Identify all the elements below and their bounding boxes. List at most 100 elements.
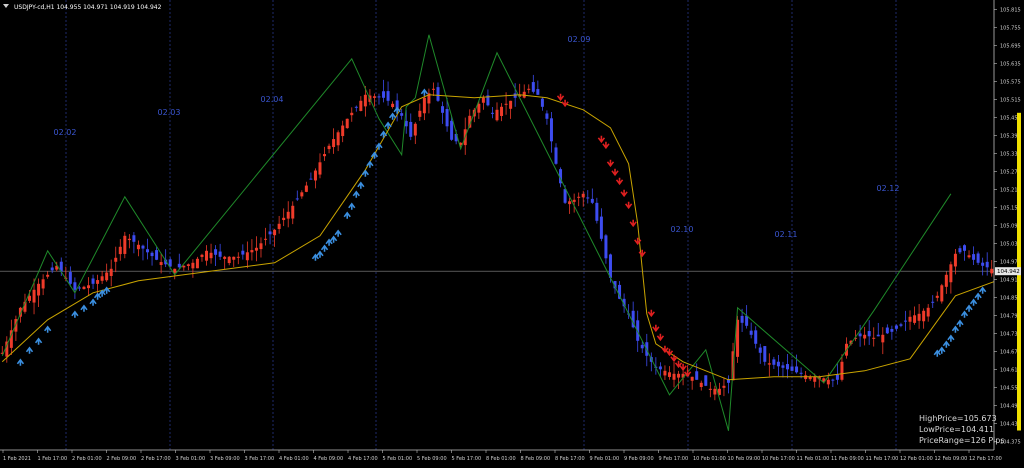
candle-body xyxy=(722,385,726,388)
candle-body xyxy=(813,376,817,382)
candle-body xyxy=(708,388,712,390)
buy-arrow-icon xyxy=(379,130,388,138)
candle-body xyxy=(958,248,962,253)
candle-body xyxy=(509,100,513,109)
candle-body xyxy=(704,375,708,386)
day-label: 02.11 xyxy=(775,230,798,239)
candle-body xyxy=(209,252,213,259)
candle-body xyxy=(300,192,304,197)
candle-body xyxy=(318,162,322,175)
price-range-label: PriceRange=126 Pips xyxy=(919,436,1005,445)
x-tick-label: 4 Feb 09:00 xyxy=(314,456,344,462)
candle-body xyxy=(772,359,776,365)
buy-arrow-icon xyxy=(366,160,374,168)
candle-body xyxy=(264,238,268,240)
candle-body xyxy=(118,246,122,255)
candle-body xyxy=(581,193,585,198)
x-tick-label: 4 Feb 01:00 xyxy=(279,456,309,462)
candle-body xyxy=(336,132,340,146)
candle-body xyxy=(77,287,81,289)
candle-body xyxy=(400,113,404,116)
chart-menu-icon[interactable] xyxy=(3,4,9,8)
candle-body xyxy=(313,170,317,181)
candle-body xyxy=(68,272,72,284)
x-tick-label: 11 Feb 01:00 xyxy=(797,456,830,462)
candle-body xyxy=(182,265,186,268)
day-label: 02.12 xyxy=(877,184,900,193)
signal-arrows xyxy=(16,88,987,378)
candle-body xyxy=(826,379,830,385)
candle-body xyxy=(781,365,785,368)
x-tick-label: 2 Feb 17:00 xyxy=(141,456,171,462)
candle-body xyxy=(640,344,644,349)
x-tick-label: 12 Feb 17:00 xyxy=(969,456,1002,462)
candle-body xyxy=(477,103,481,113)
candle-body xyxy=(549,118,553,142)
x-tick-label: 11 Feb 17:00 xyxy=(866,456,899,462)
candle-body xyxy=(391,103,395,108)
candle-body xyxy=(749,330,753,335)
candle-body xyxy=(37,283,41,296)
buy-arrow-icon xyxy=(969,298,978,306)
candle-body xyxy=(87,285,91,289)
x-tick-label: 12 Feb 09:00 xyxy=(935,456,968,462)
candle-body xyxy=(236,256,240,258)
candle-body xyxy=(28,295,32,301)
moving-average xyxy=(1,94,997,381)
candle-body xyxy=(926,307,930,317)
candle-body xyxy=(695,371,699,380)
candle-body xyxy=(536,89,540,95)
candle-body xyxy=(944,274,948,287)
candle-body xyxy=(531,82,535,92)
candle-body xyxy=(150,252,154,257)
buy-arrow-icon xyxy=(320,244,329,252)
candle-body xyxy=(586,197,590,199)
candle-body xyxy=(913,315,917,323)
candle-body xyxy=(436,87,440,101)
price-chart[interactable]: 02.02 02.03 02.04 02.09 02.10 02.11 02.12 105.… xyxy=(0,0,1024,464)
candle-body xyxy=(418,110,422,117)
candle-body xyxy=(876,334,880,337)
candle-body xyxy=(227,256,231,264)
x-tick-label: 9 Feb 09:00 xyxy=(624,456,654,462)
candle-body xyxy=(50,267,54,271)
sell-arrow-icon xyxy=(602,141,610,150)
candle-body xyxy=(445,108,449,127)
sell-arrow-icon xyxy=(611,168,619,177)
candle-body xyxy=(200,254,204,257)
candle-body xyxy=(540,98,544,107)
candle-body xyxy=(422,97,426,114)
candle-body xyxy=(413,123,417,136)
candle-body xyxy=(291,205,295,219)
candle-body xyxy=(323,154,327,157)
candle-body xyxy=(254,247,258,251)
candle-body xyxy=(132,235,136,242)
candle-body xyxy=(867,331,871,337)
candle-body xyxy=(114,257,118,262)
x-tick-label: 1 Feb 2021 xyxy=(3,456,31,462)
x-tick-label: 8 Feb 09:00 xyxy=(521,456,551,462)
buy-arrow-icon xyxy=(89,298,97,306)
buy-arrow-icon xyxy=(357,181,365,189)
day-label: 02.04 xyxy=(261,95,284,104)
x-tick-label: 3 Feb 17:00 xyxy=(245,456,275,462)
candle-body xyxy=(785,364,789,370)
candle-body xyxy=(109,268,113,276)
candle-body xyxy=(790,366,794,371)
candle-body xyxy=(981,262,985,266)
x-tick-label: 11 Feb 09:00 xyxy=(831,456,864,462)
candle-body xyxy=(146,249,150,253)
candle-body xyxy=(745,315,749,326)
chart-title: USDJPY-cd,H1 104.955 104.971 104.919 104… xyxy=(14,4,162,11)
candle-body xyxy=(268,231,272,235)
x-tick-label: 8 Feb 01:00 xyxy=(486,456,516,462)
buy-arrow-icon xyxy=(343,211,351,219)
zigzag-line xyxy=(1,34,952,431)
y-tick-label: 105.635 xyxy=(1000,61,1021,67)
x-tick-label: 3 Feb 09:00 xyxy=(210,456,240,462)
candle-body xyxy=(604,235,608,259)
candle-body xyxy=(677,373,681,378)
candle-body xyxy=(141,245,145,249)
y-tick-label: 105.695 xyxy=(1000,43,1021,49)
candle-body xyxy=(304,185,308,192)
